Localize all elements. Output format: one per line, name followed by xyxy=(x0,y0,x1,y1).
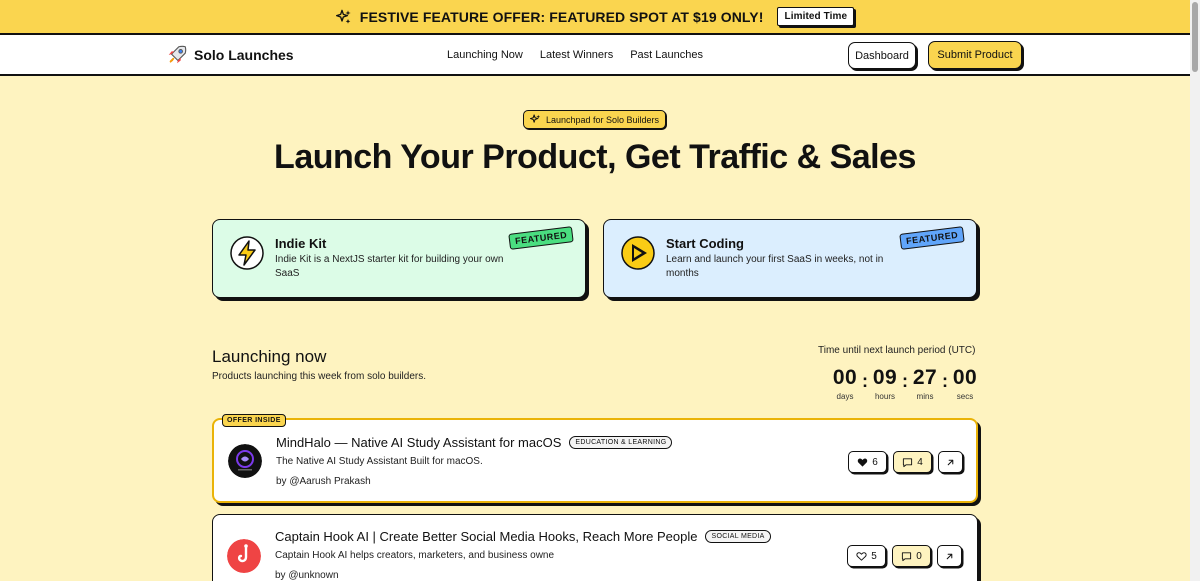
category-badge[interactable]: EDUCATION & LEARNING xyxy=(569,436,673,449)
comment-count: 4 xyxy=(917,456,923,468)
product-name: Captain Hook AI | Create Better Social M… xyxy=(275,529,771,544)
heart-outline-icon xyxy=(856,551,867,561)
upvote-count: 6 xyxy=(872,456,878,468)
product-author[interactable]: by @Aarush Prakash xyxy=(276,476,371,487)
product-name: MindHalo — Native AI Study Assistant for… xyxy=(276,435,673,450)
rocket-icon xyxy=(168,45,187,64)
play-icon xyxy=(621,236,655,270)
hero-pill: Launchpad for Solo Builders xyxy=(523,110,666,129)
featured-card-indie-kit[interactable]: Indie Kit Indie Kit is a NextJS starter … xyxy=(212,219,586,298)
promo-text: FESTIVE FEATURE OFFER: FEATURED SPOT AT … xyxy=(359,8,764,25)
product-row-captain-hook[interactable]: Captain Hook AI | Create Better Social M… xyxy=(212,514,978,581)
comment-icon xyxy=(903,457,913,467)
featured-description: Learn and launch your first SaaS in week… xyxy=(666,254,884,279)
submit-product-button[interactable]: Submit Product xyxy=(928,41,1022,69)
comments-button[interactable]: 4 xyxy=(893,451,932,473)
captain-hook-logo-icon xyxy=(227,539,261,573)
mindhalo-logo-icon xyxy=(228,444,262,478)
product-title[interactable]: Captain Hook AI | Create Better Social M… xyxy=(275,529,697,544)
countdown-secs: 00 secs xyxy=(950,366,980,401)
countdown-secs-value: 00 xyxy=(952,366,978,389)
featured-title: Indie Kit xyxy=(275,236,327,251)
top-nav: Solo Launches Launching Now Latest Winne… xyxy=(0,35,1190,76)
featured-description: Indie Kit is a NextJS starter kit for bu… xyxy=(275,254,504,279)
nav-launching-now[interactable]: Launching Now xyxy=(447,49,523,61)
featured-card-start-coding[interactable]: Start Coding Learn and launch your first… xyxy=(603,219,977,298)
countdown-mins-value: 27 xyxy=(912,366,938,389)
comment-icon xyxy=(902,551,912,561)
page-scrollbar[interactable] xyxy=(1190,0,1200,581)
upvote-count: 5 xyxy=(871,550,877,562)
external-link-icon xyxy=(947,459,954,465)
countdown-separator: : xyxy=(902,371,908,391)
countdown-days-value: 00 xyxy=(832,366,858,389)
featured-badge: FEATURED xyxy=(898,226,965,250)
countdown-secs-label: secs xyxy=(956,392,974,401)
product-description: The Native AI Study Assistant Built for … xyxy=(276,456,483,467)
heart-icon xyxy=(857,458,868,467)
countdown-days: 00 days xyxy=(830,366,860,401)
visit-product-button[interactable] xyxy=(937,545,962,567)
product-row-mindhalo[interactable]: OFFER INSIDE MindHalo — Native AI Study … xyxy=(212,414,978,503)
countdown-mins: 27 mins xyxy=(910,366,940,401)
dashboard-button[interactable]: Dashboard xyxy=(848,42,916,69)
product-description: Captain Hook AI helps creators, marketer… xyxy=(275,550,555,561)
countdown-separator: : xyxy=(862,371,868,391)
countdown-hours-value: 09 xyxy=(872,366,898,389)
countdown-hours: 09 hours xyxy=(870,366,900,401)
countdown-hours-label: hours xyxy=(874,392,895,401)
countdown-mins-label: mins xyxy=(916,392,934,401)
sparkle-icon xyxy=(335,9,351,24)
countdown-days-label: days xyxy=(836,392,854,401)
comment-count: 0 xyxy=(916,550,922,562)
countdown-separator: : xyxy=(942,371,948,391)
nav-latest-winners[interactable]: Latest Winners xyxy=(540,49,613,61)
featured-badge: FEATURED xyxy=(507,226,574,250)
offer-inside-badge: OFFER INSIDE xyxy=(222,414,286,427)
countdown-label: Time until next launch period (UTC) xyxy=(818,345,976,356)
upvote-button[interactable]: 5 xyxy=(847,545,886,567)
nav-past-launches[interactable]: Past Launches xyxy=(630,49,703,61)
comments-button[interactable]: 0 xyxy=(892,545,931,567)
sparkle-icon xyxy=(529,114,541,123)
visit-product-button[interactable] xyxy=(938,451,963,473)
product-author[interactable]: by @unknown xyxy=(275,570,339,581)
external-link-icon xyxy=(946,553,953,559)
promo-banner[interactable]: FESTIVE FEATURE OFFER: FEATURED SPOT AT … xyxy=(0,0,1190,35)
brand-logo[interactable]: Solo Launches xyxy=(166,43,294,67)
product-title[interactable]: MindHalo — Native AI Study Assistant for… xyxy=(276,435,561,450)
section-subtitle: Products launching this week from solo b… xyxy=(212,371,426,382)
page-title: Launch Your Product, Get Traffic & Sales xyxy=(274,138,916,176)
upvote-button[interactable]: 6 xyxy=(848,451,887,473)
hero-pill-label: Launchpad for Solo Builders xyxy=(545,114,660,125)
lightning-icon xyxy=(230,236,264,270)
nav-links: Launching Now Latest Winners Past Launch… xyxy=(447,49,703,61)
scrollbar-thumb[interactable] xyxy=(1192,2,1198,72)
category-badge[interactable]: SOCIAL MEDIA xyxy=(705,530,771,543)
brand-name: Solo Launches xyxy=(194,47,294,63)
featured-title: Start Coding xyxy=(666,236,744,251)
limited-time-badge: Limited Time xyxy=(777,7,855,26)
section-title: Launching now xyxy=(212,347,327,366)
